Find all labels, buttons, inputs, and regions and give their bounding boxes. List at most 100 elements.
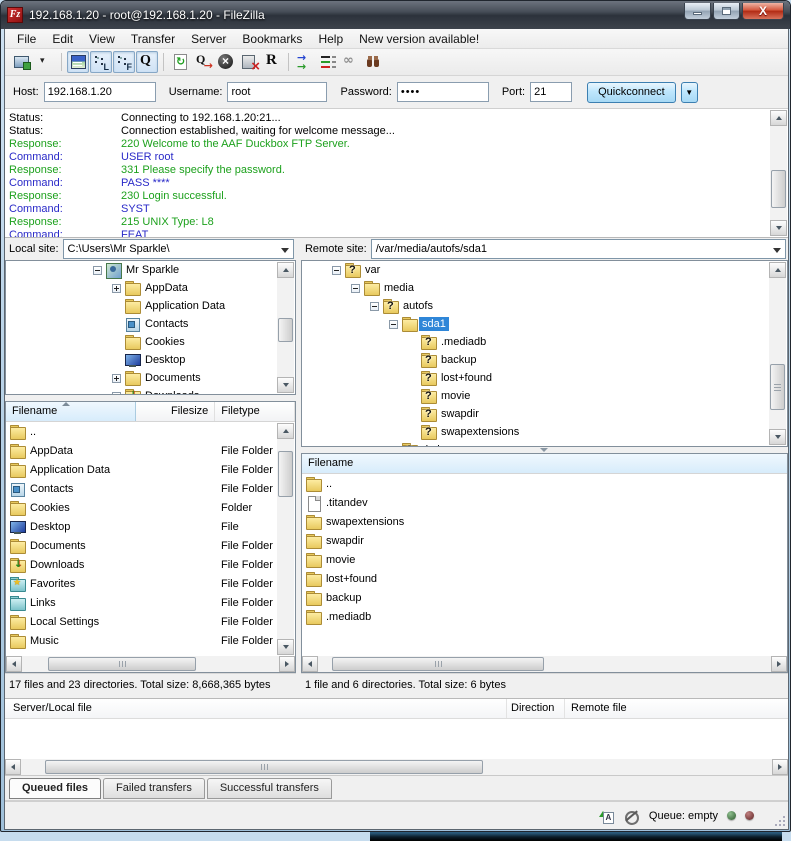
password-input[interactable] xyxy=(397,82,489,102)
collapse-icon[interactable] xyxy=(332,266,341,275)
scroll-up-button[interactable] xyxy=(769,262,786,278)
local-file-row-contacts[interactable]: ContactsFile Folder xyxy=(6,480,295,499)
menu-item-file[interactable]: File xyxy=(9,30,44,48)
local-list-vscrollbar[interactable] xyxy=(277,423,294,655)
scrollbar-thumb[interactable] xyxy=(278,451,293,497)
menu-item-bookmarks[interactable]: Bookmarks xyxy=(234,30,310,48)
local-file-row-links[interactable]: LinksFile Folder xyxy=(6,594,295,613)
local-file-row-cookies[interactable]: CookiesFolder xyxy=(6,499,295,518)
local-file-row-desktop[interactable]: DesktopFile xyxy=(6,518,295,537)
directory-listing-filters-button[interactable] xyxy=(317,51,339,73)
scrollbar-thumb[interactable] xyxy=(48,657,196,671)
local-tree-item-mr-sparkle[interactable]: Mr Sparkle xyxy=(6,261,295,279)
scrollbar-thumb[interactable] xyxy=(332,657,544,671)
scrollbar-thumb[interactable] xyxy=(45,760,483,774)
remote-tree-scrollbar[interactable] xyxy=(769,262,786,445)
scroll-down-button[interactable] xyxy=(277,377,294,393)
scroll-left-button[interactable] xyxy=(5,759,21,775)
synchronized-browsing-button[interactable] xyxy=(340,51,362,73)
toggle-queue-button[interactable] xyxy=(136,51,158,73)
local-tree-item-cookies[interactable]: Cookies xyxy=(6,333,295,351)
menu-item-new-version-available[interactable]: New version available! xyxy=(351,30,487,48)
local-file-row-[interactable]: .. xyxy=(6,423,295,442)
scroll-right-button[interactable] xyxy=(771,656,787,672)
scrollbar-thumb[interactable] xyxy=(771,170,786,208)
remote-tree-item-backup[interactable]: ?backup xyxy=(302,351,787,369)
log-scrollbar[interactable] xyxy=(770,110,787,236)
encryption-disabled-icon[interactable] xyxy=(623,808,640,824)
remote-site-combo[interactable]: /var/media/autofs/sda1 xyxy=(371,239,786,259)
remote-file-row-swapdir[interactable]: swapdir xyxy=(302,532,787,551)
quickconnect-dropdown-button[interactable]: ▼ xyxy=(681,82,698,103)
menu-item-server[interactable]: Server xyxy=(183,30,234,48)
queue-column-header-server-local-file[interactable]: Server/Local file xyxy=(5,699,507,718)
scroll-right-button[interactable] xyxy=(772,759,788,775)
cancel-operation-button[interactable] xyxy=(215,51,237,73)
remote-list-hscrollbar[interactable] xyxy=(302,656,787,672)
column-header-filename[interactable]: Filename xyxy=(302,454,787,473)
scroll-left-button[interactable] xyxy=(6,656,22,672)
remote-tree-item-var[interactable]: ?var xyxy=(302,261,787,279)
scroll-up-button[interactable] xyxy=(770,110,787,126)
local-tree-item-application-data[interactable]: Application Data xyxy=(6,297,295,315)
local-tree-scrollbar[interactable] xyxy=(277,262,294,393)
remote-file-row-swapextensions[interactable]: swapextensions xyxy=(302,513,787,532)
tab-successful-transfers[interactable]: Successful transfers xyxy=(207,778,332,799)
transfer-queue-list[interactable] xyxy=(5,719,788,759)
port-input[interactable] xyxy=(530,82,572,102)
menu-item-view[interactable]: View xyxy=(81,30,123,48)
local-file-row-favorites[interactable]: ★FavoritesFile Folder xyxy=(6,575,295,594)
find-files-button[interactable] xyxy=(363,51,385,73)
column-header-filetype[interactable]: Filetype xyxy=(215,402,295,421)
local-tree-item-contacts[interactable]: Contacts xyxy=(6,315,295,333)
scrollbar-thumb[interactable] xyxy=(278,318,293,342)
queue-column-header-remote-file[interactable]: Remote file xyxy=(565,699,788,718)
tab-failed-transfers[interactable]: Failed transfers xyxy=(103,778,205,799)
local-file-row-downloads[interactable]: ↓DownloadsFile Folder xyxy=(6,556,295,575)
reconnect-button[interactable] xyxy=(261,51,283,73)
remote-tree-item-movie[interactable]: ?movie xyxy=(302,387,787,405)
local-tree-item-documents[interactable]: Documents xyxy=(6,369,295,387)
title-bar[interactable]: Fz 192.168.1.20 - root@192.168.1.20 - Fi… xyxy=(1,1,790,29)
scroll-up-button[interactable] xyxy=(277,423,294,439)
collapse-icon[interactable] xyxy=(389,320,398,329)
scroll-down-button[interactable] xyxy=(770,220,787,236)
remote-file-row-lost-found[interactable]: lost+found xyxy=(302,570,787,589)
directory-comparison-button[interactable] xyxy=(294,51,316,73)
scroll-right-button[interactable] xyxy=(279,656,295,672)
local-file-row-music[interactable]: MusicFile Folder xyxy=(6,632,295,651)
resize-grip[interactable] xyxy=(783,824,785,826)
scroll-up-button[interactable] xyxy=(277,262,294,278)
refresh-button[interactable] xyxy=(169,51,191,73)
remote-file-row-backup[interactable]: backup xyxy=(302,589,787,608)
site-manager-dropdown-button[interactable] xyxy=(34,51,56,73)
quickconnect-button[interactable]: Quickconnect xyxy=(587,82,676,103)
local-tree-item-appdata[interactable]: AppData xyxy=(6,279,295,297)
menu-item-transfer[interactable]: Transfer xyxy=(123,30,183,48)
scroll-left-button[interactable] xyxy=(302,656,318,672)
tab-queued-files[interactable]: Queued files xyxy=(9,778,101,799)
remote-tree-item-autofs[interactable]: ?autofs xyxy=(302,297,787,315)
collapse-icon[interactable] xyxy=(93,266,102,275)
scroll-down-button[interactable] xyxy=(277,639,294,655)
remote-file-row-movie[interactable]: movie xyxy=(302,551,787,570)
menu-item-help[interactable]: Help xyxy=(310,30,351,48)
local-file-row-documents[interactable]: DocumentsFile Folder xyxy=(6,537,295,556)
queue-hscrollbar[interactable] xyxy=(5,759,788,775)
queue-column-header-direction[interactable]: Direction xyxy=(507,699,565,718)
minimize-button[interactable] xyxy=(684,3,711,20)
local-file-row-appdata[interactable]: AppDataFile Folder xyxy=(6,442,295,461)
toggle-remote-tree-button[interactable] xyxy=(113,51,135,73)
remote-file-row-titandev[interactable]: .titandev xyxy=(302,494,787,513)
remote-tree-item-lost-found[interactable]: ?lost+found xyxy=(302,369,787,387)
maximize-button[interactable] xyxy=(713,3,740,20)
scroll-down-button[interactable] xyxy=(769,429,786,445)
menu-item-edit[interactable]: Edit xyxy=(44,30,81,48)
remote-file-row-mediadb[interactable]: .mediadb xyxy=(302,608,787,627)
expand-icon[interactable] xyxy=(112,374,121,383)
collapse-icon[interactable] xyxy=(370,302,379,311)
local-file-row-application-data[interactable]: Application DataFile Folder xyxy=(6,461,295,480)
expand-icon[interactable] xyxy=(112,284,121,293)
local-file-row-local-settings[interactable]: Local SettingsFile Folder xyxy=(6,613,295,632)
username-input[interactable] xyxy=(227,82,327,102)
